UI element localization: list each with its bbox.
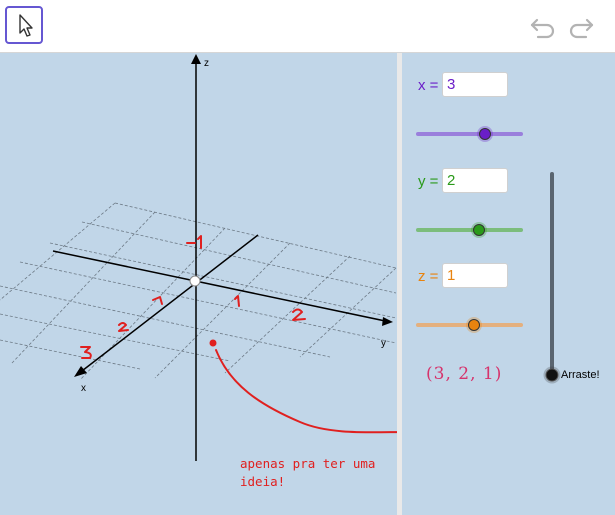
hw-two-x — [118, 322, 129, 332]
z-input[interactable]: 1 — [442, 263, 508, 288]
redo-icon — [569, 18, 594, 39]
origin-point[interactable] — [189, 275, 201, 287]
hw-one-x — [152, 296, 163, 305]
x-variable-label: x = — [418, 77, 439, 94]
coordinate-axes — [52, 54, 393, 461]
hw-minus-one — [186, 235, 202, 249]
redo-button[interactable] — [566, 12, 596, 42]
annotation-text: apenas pra ter uma ideia! — [240, 456, 376, 489]
y-slider[interactable] — [416, 220, 524, 240]
drag-slider[interactable] — [540, 168, 564, 388]
sketch-point — [209, 339, 217, 347]
x-input[interactable]: 3 — [442, 72, 508, 97]
hw-one-y — [234, 295, 240, 307]
hw-three-x — [80, 346, 92, 359]
y-variable-label: y = — [418, 173, 439, 190]
x-axis-label: x — [81, 383, 86, 394]
x-axis — [77, 234, 259, 375]
y-arrow — [382, 317, 393, 326]
undo-icon — [530, 18, 555, 39]
move-tool-button[interactable] — [5, 6, 43, 44]
z-slider[interactable] — [416, 315, 524, 335]
z-slider-handle — [468, 319, 480, 331]
xy-plane-grid — [0, 202, 397, 381]
y-slider-handle — [473, 224, 485, 236]
hw-two-y — [292, 308, 306, 321]
z-variable-label: z = — [418, 268, 439, 285]
graphics-3d-canvas[interactable] — [0, 53, 397, 515]
toolbar — [0, 0, 615, 53]
z-arrow — [191, 54, 201, 64]
x-slider-handle — [479, 128, 491, 140]
x-slider[interactable] — [416, 124, 524, 144]
drag-slider-label: Arraste! — [561, 369, 600, 381]
cursor-arrow-icon — [19, 14, 33, 37]
y-axis-label: y — [381, 338, 386, 349]
drag-slider-handle — [545, 368, 559, 382]
y-input[interactable]: 2 — [442, 168, 508, 193]
point-coordinates: (3, 2, 1) — [426, 364, 503, 384]
undo-button[interactable] — [528, 12, 558, 42]
z-axis-label: z — [204, 58, 209, 69]
